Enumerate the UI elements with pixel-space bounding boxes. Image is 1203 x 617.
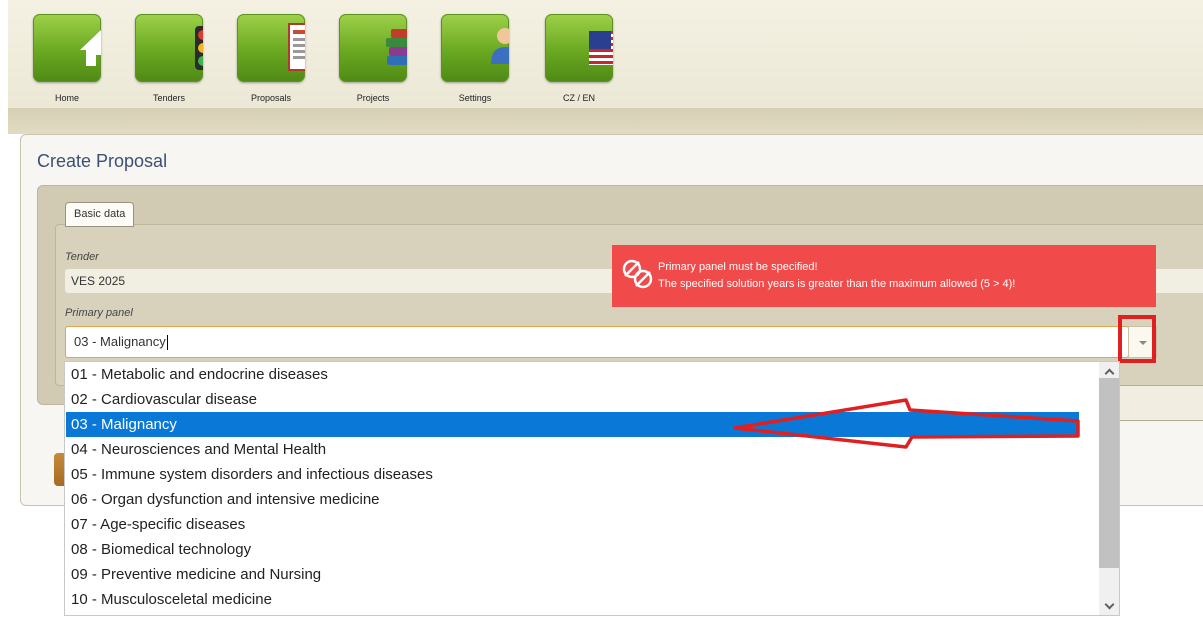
nav-language-label: CZ / EN xyxy=(562,93,595,103)
background-strip xyxy=(8,108,1203,134)
annotation-highlight-box xyxy=(1118,315,1156,363)
dropdown-option[interactable]: 06 - Organ dysfunction and intensive med… xyxy=(66,487,1079,512)
document-icon xyxy=(288,23,305,71)
nav-settings[interactable]: Settings xyxy=(440,14,510,108)
nav-settings-tile[interactable] xyxy=(441,14,509,82)
traffic-light-icon xyxy=(195,26,203,70)
dropdown-option-selected[interactable]: 03 - Malignancy xyxy=(66,412,1079,437)
error-icon xyxy=(622,259,653,289)
dropdown-option[interactable]: 02 - Cardiovascular disease xyxy=(66,387,1079,412)
listbox-scrollbar[interactable] xyxy=(1099,362,1119,615)
nav-home-label: Home xyxy=(54,93,79,103)
primary-panel-combobox[interactable]: 03 - Malignancy xyxy=(65,326,1129,358)
nav-home-tile[interactable] xyxy=(33,14,101,82)
scroll-up-icon[interactable] xyxy=(1104,368,1115,379)
nav-projects-label: Projects xyxy=(356,93,390,103)
nav-settings-label: Settings xyxy=(458,93,492,103)
dropdown-option[interactable]: 01 - Metabolic and endocrine diseases xyxy=(66,362,1079,387)
primary-panel-label: Primary panel xyxy=(65,307,133,319)
nav-language-tile[interactable] xyxy=(545,14,613,82)
nav-tenders-label: Tenders xyxy=(152,93,186,103)
dropdown-option[interactable]: 05 - Immune system disorders and infecti… xyxy=(66,462,1079,487)
nav-proposals-label: Proposals xyxy=(250,93,292,103)
books-icon xyxy=(386,29,407,65)
tender-label: Tender xyxy=(65,251,99,263)
nav-tenders[interactable]: Tenders xyxy=(134,14,204,108)
nav-proposals-tile[interactable] xyxy=(237,14,305,82)
primary-panel-value: 03 - Malignancy xyxy=(74,334,166,349)
nav-projects-tile[interactable] xyxy=(339,14,407,82)
scroll-down-icon[interactable] xyxy=(1104,599,1115,610)
dropdown-option[interactable]: 07 - Age-specific diseases xyxy=(66,512,1079,537)
dropdown-option[interactable]: 10 - Musculosceletal medicine xyxy=(66,587,1079,612)
top-navigation: Home Tenders Proposals Projects Settings… xyxy=(8,0,1203,108)
error-message-1: Primary panel must be specified! xyxy=(658,261,818,273)
error-message-2: The specified solution years is greater … xyxy=(658,278,1016,290)
text-cursor xyxy=(166,335,168,351)
scrollbar-thumb[interactable] xyxy=(1099,378,1119,568)
user-wrench-icon xyxy=(491,28,509,64)
dropdown-option[interactable]: 09 - Preventive medicine and Nursing xyxy=(66,562,1079,587)
dropdown-option[interactable]: 08 - Biomedical technology xyxy=(66,537,1079,562)
validation-error-tooltip: Primary panel must be specified! The spe… xyxy=(612,245,1156,307)
nav-projects[interactable]: Projects xyxy=(338,14,408,108)
nav-proposals[interactable]: Proposals xyxy=(236,14,306,108)
tab-basic-data[interactable]: Basic data xyxy=(65,202,135,227)
nav-language[interactable]: CZ / EN xyxy=(544,14,614,108)
side-action-button[interactable] xyxy=(1111,385,1203,421)
dropdown-option[interactable]: 04 - Neurosciences and Mental Health xyxy=(66,437,1079,462)
primary-panel-listbox[interactable]: 01 - Metabolic and endocrine diseases 02… xyxy=(64,361,1120,616)
home-icon xyxy=(80,30,101,66)
page-title: Create Proposal xyxy=(37,151,168,171)
nav-home[interactable]: Home xyxy=(32,14,102,108)
us-flag-icon xyxy=(589,31,613,65)
nav-tenders-tile[interactable] xyxy=(135,14,203,82)
